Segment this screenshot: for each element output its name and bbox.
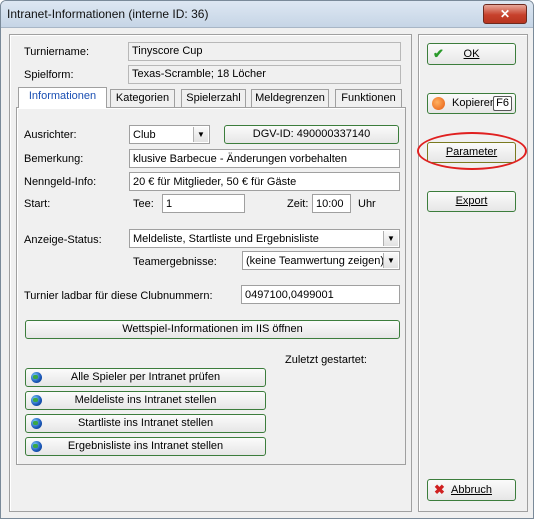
abbruch-button[interactable]: ✖ Abbruch [427,479,516,501]
ausrichter-select[interactable]: Club ▼ [129,125,210,144]
tab-meldegrenzen[interactable]: Meldegrenzen [251,89,329,107]
chevron-down-icon: ▼ [383,231,398,246]
nenngeld-input[interactable]: 20 € für Mitglieder, 50 € für Gäste [129,172,400,191]
startliste-intranet-label: Startliste ins Intranet stellen [77,417,214,429]
alle-spieler-pruefen-button[interactable]: Alle Spieler per Intranet prüfen [25,368,266,387]
dgv-id-button[interactable]: DGV-ID: 490000337140 [224,125,399,144]
start-label: Start: [24,198,51,210]
ausrichter-value: Club [133,129,156,141]
window-title: Intranet-Informationen (interne ID: 36) [7,7,209,21]
globe-icon [31,418,42,429]
dialog-window: Intranet-Informationen (interne ID: 36) … [0,0,534,519]
chevron-down-icon: ▼ [193,127,208,142]
ergebnisliste-intranet-button[interactable]: Ergebnisliste ins Intranet stellen [25,437,266,456]
ok-label: OK [463,48,480,60]
teamergebnisse-select[interactable]: (keine Teamwertung zeigen) ▼ [242,251,400,270]
bemerkung-input[interactable]: klusive Barbecue - Änderungen vorbehalte… [129,149,400,168]
teamergebnisse-value: (keine Teamwertung zeigen) [246,255,384,267]
turniername-label: Turniername: [24,46,90,58]
title-bar: Intranet-Informationen (interne ID: 36) … [1,1,533,28]
startliste-intranet-button[interactable]: Startliste ins Intranet stellen [25,414,266,433]
alle-spieler-pruefen-label: Alle Spieler per Intranet prüfen [70,371,221,383]
highlight-ellipse [417,132,527,170]
zuletzt-gestartet-label: Zuletzt gestartet: [285,354,367,366]
tab-informationen[interactable]: Informationen [18,87,107,108]
meldeliste-intranet-button[interactable]: Meldeliste ins Intranet stellen [25,391,266,410]
anzeige-status-value: Meldeliste, Startliste und Ergebnisliste [133,233,319,245]
zeit-label: Zeit: [287,198,309,210]
globe-icon [31,372,42,383]
ok-button[interactable]: ✔ OK [427,43,516,65]
close-button[interactable]: ✕ [483,4,527,24]
export-button[interactable]: Export [427,191,516,212]
clubnummern-input[interactable]: 0497100,0499001 [241,285,400,304]
bemerkung-label: Bemerkung: [24,153,84,165]
globe-icon [31,395,42,406]
meldeliste-intranet-label: Meldeliste ins Intranet stellen [74,394,217,406]
nenngeld-label: Nenngeld-Info: [24,176,97,188]
tee-label: Tee: [133,198,154,210]
spielform-label: Spielform: [24,69,74,81]
copy-icon [432,97,445,110]
tab-funktionen[interactable]: Funktionen [335,89,402,107]
shortcut-badge: F6 [493,96,512,111]
kopieren-label: Kopieren [452,97,497,109]
zeit-input[interactable]: 10:00 [312,194,351,213]
teamergebnisse-label: Teamergebnisse: [133,256,217,268]
tab-spielerzahl[interactable]: Spielerzahl [181,89,246,107]
tab-kategorien[interactable]: Kategorien [110,89,175,107]
close-icon: ✕ [499,7,511,21]
anzeige-status-label: Anzeige-Status: [24,234,102,246]
clubnummern-label: Turnier ladbar für diese Clubnummern: [24,290,213,302]
globe-icon [31,441,42,452]
close-icon: ✖ [434,482,445,497]
chevron-down-icon: ▼ [383,253,398,268]
iis-open-button[interactable]: Wettspiel-Informationen im IIS öffnen [25,320,400,339]
uhr-label: Uhr [358,198,376,210]
anzeige-status-select[interactable]: Meldeliste, Startliste und Ergebnisliste… [129,229,400,248]
tee-input[interactable]: 1 [162,194,245,213]
checkmark-icon: ✔ [433,46,444,61]
spielform-field: Texas-Scramble; 18 Löcher [128,65,401,84]
export-label: Export [455,195,488,207]
abbruch-label: Abbruch [451,484,492,496]
kopieren-button[interactable]: Kopieren F6 [427,93,516,114]
turniername-field: Tinyscore Cup [128,42,401,61]
ausrichter-label: Ausrichter: [24,129,77,141]
ergebnisliste-intranet-label: Ergebnisliste ins Intranet stellen [67,440,224,452]
